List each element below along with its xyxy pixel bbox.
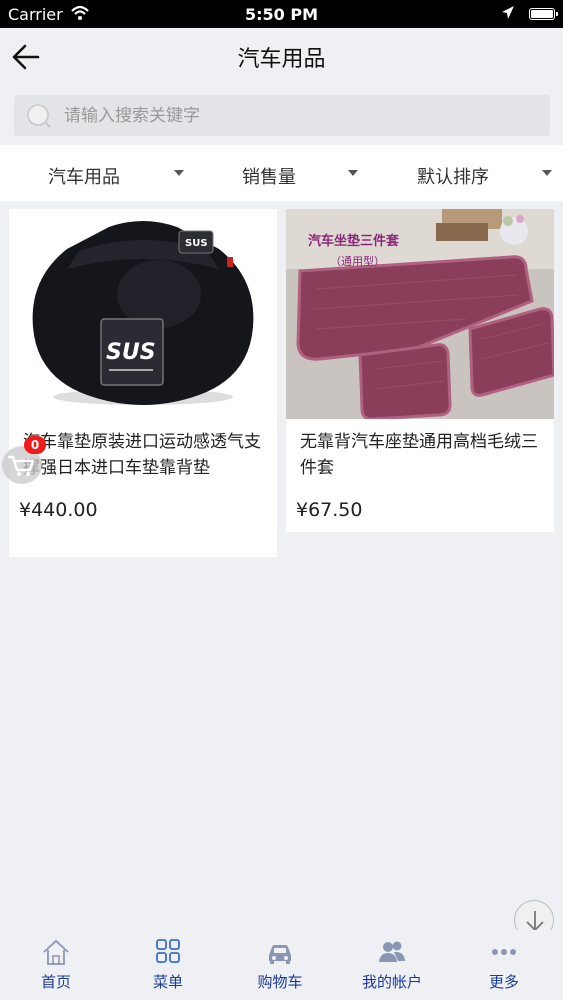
tab-home[interactable]: 首页 [0, 930, 112, 1000]
car-icon [269, 945, 291, 964]
filter-sort[interactable]: 默认排序 [376, 145, 563, 201]
page-title: 汽车用品 [237, 47, 326, 72]
product-name: 汽车靠垫原装进口运动感透气支撑强日本进口车垫靠背垫 [23, 432, 261, 478]
nav-bar: 汽车用品 [0, 28, 563, 86]
tab-account[interactable]: 我的帐户 [336, 930, 448, 1000]
cart-icon [8, 455, 35, 476]
search-bar [14, 95, 550, 136]
tab-menu[interactable]: 菜单 [112, 930, 224, 1000]
product-image: 汽车坐垫三件套 （通用型） [286, 209, 554, 419]
filter-bar: 汽车用品 销售量 默认排序 [0, 145, 563, 201]
chevron-down-icon [174, 170, 184, 176]
tab-account-label: 我的帐户 [361, 973, 422, 991]
tab-cart-label: 购物车 [257, 973, 303, 991]
svg-text:SUS: SUS [185, 238, 208, 249]
image-caption: 汽车坐垫三件套 [308, 233, 400, 249]
tab-cart[interactable]: 购物车 [224, 930, 336, 1000]
filter-category[interactable]: 汽车用品 [0, 145, 188, 201]
search-icon [26, 103, 52, 129]
tab-bar: 首页 菜单 购物车 我的帐户 更多 [0, 930, 563, 1000]
product-card[interactable]: SUS SUS 汽车靠垫原装进口运动感透气支撑强日本进口车垫靠背垫 ¥440.0… [9, 209, 277, 557]
home-icon [43, 939, 69, 965]
location-icon [501, 5, 515, 25]
filter-sales-label: 销售量 [242, 167, 296, 188]
product-price: ¥67.50 [296, 499, 363, 521]
more-icon [492, 949, 516, 955]
chevron-down-icon [348, 170, 358, 176]
chevron-down-icon [542, 170, 552, 176]
search-input[interactable] [64, 95, 534, 136]
product-card[interactable]: 汽车坐垫三件套 （通用型） 无靠背汽车座垫通用高档毛绒三件套 ¥67.50 [286, 209, 554, 532]
product-price: ¥440.00 [19, 499, 98, 521]
filter-category-label: 汽车用品 [48, 167, 120, 188]
grid-icon [156, 939, 180, 963]
cart-count-badge: 0 [24, 436, 46, 454]
tab-menu-label: 菜单 [152, 973, 183, 991]
product-name: 无靠背汽车座垫通用高档毛绒三件套 [300, 432, 538, 478]
filter-sort-label: 默认排序 [417, 167, 489, 188]
status-bar: Carrier 5:50 PM [0, 0, 563, 28]
svg-text:SUS: SUS [106, 340, 156, 365]
tab-home-label: 首页 [40, 973, 71, 991]
battery-icon [529, 8, 558, 20]
product-image: SUS SUS [9, 209, 277, 419]
tab-more[interactable]: 更多 [448, 930, 560, 1000]
status-time: 5:50 PM [244, 5, 318, 24]
image-subcaption: （通用型） [330, 254, 385, 268]
users-icon [379, 941, 405, 962]
tab-more-label: 更多 [488, 973, 519, 991]
filter-sales[interactable]: 销售量 [188, 145, 376, 201]
